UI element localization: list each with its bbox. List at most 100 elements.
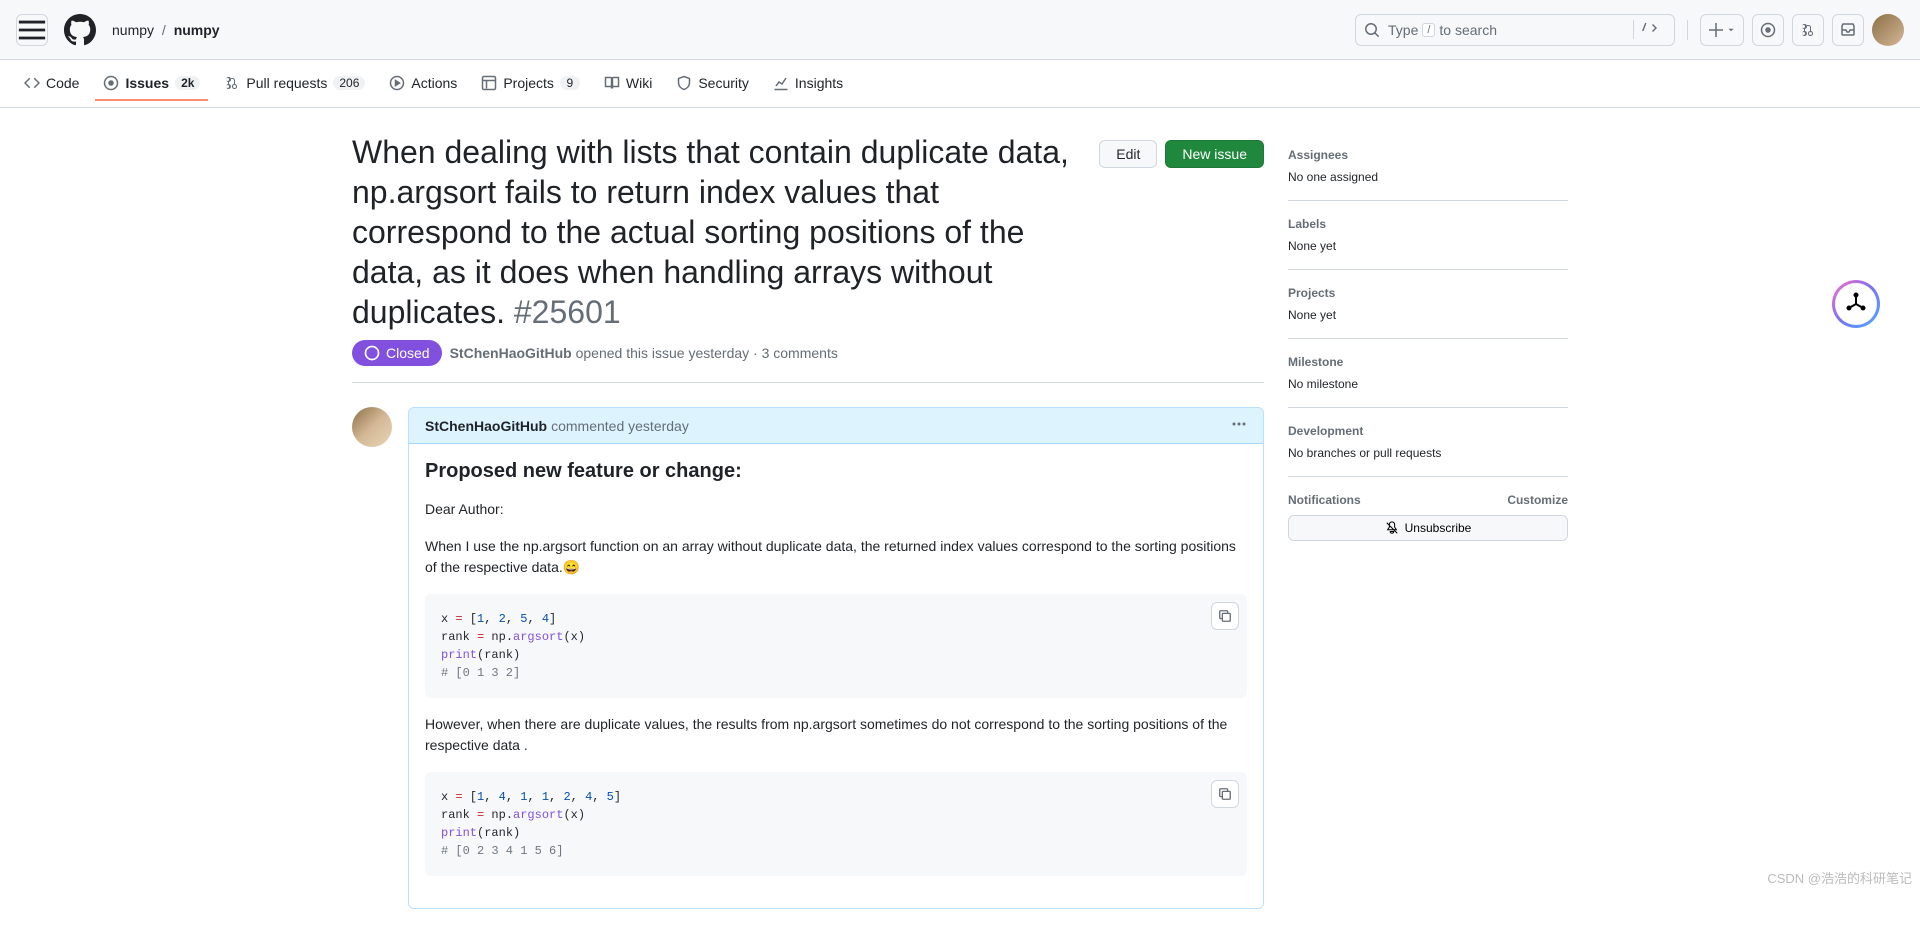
- notif-heading: Notifications Customize: [1288, 493, 1568, 507]
- comment-when: commented yesterday: [551, 418, 689, 434]
- breadcrumb-repo[interactable]: numpy: [174, 22, 220, 38]
- plus-icon: [1708, 22, 1724, 38]
- labels-value: None yet: [1288, 239, 1568, 253]
- bell-slash-icon: [1385, 521, 1399, 535]
- nav-security-label: Security: [698, 75, 749, 91]
- code-line: rank = np.argsort(x): [441, 806, 1231, 824]
- github-logo[interactable]: [64, 14, 96, 46]
- milestone-heading: Milestone: [1288, 355, 1568, 369]
- header-right: Type / to search: [1355, 14, 1904, 46]
- nav-insights-label: Insights: [795, 75, 843, 91]
- user-avatar[interactable]: [1872, 14, 1904, 46]
- title-row: When dealing with lists that contain dup…: [352, 132, 1264, 332]
- nav-pull-requests[interactable]: Pull requests 206: [216, 67, 373, 101]
- nav-actions-label: Actions: [411, 75, 457, 91]
- issue-meta: Closed StChenHaoGitHub opened this issue…: [352, 340, 1264, 383]
- book-icon: [604, 75, 620, 91]
- floating-widget[interactable]: [1832, 280, 1880, 328]
- caret-down-icon: [1726, 25, 1736, 35]
- nav-issues[interactable]: Issues 2k: [95, 67, 208, 101]
- issues-shortcut-button[interactable]: [1752, 14, 1784, 46]
- search-suffix: to search: [1439, 22, 1497, 38]
- issue-opened-text: opened this issue yesterday · 3 comments: [572, 345, 838, 361]
- code-line: # [0 1 3 2]: [441, 664, 1231, 682]
- sidebar-labels[interactable]: Labels None yet: [1288, 201, 1568, 270]
- labels-heading: Labels: [1288, 217, 1568, 231]
- code-line: # [0 2 3 4 1 5 6]: [441, 842, 1231, 860]
- comment-wrap: StChenHaoGitHub commented yesterday Prop…: [352, 407, 1264, 909]
- comment-header: StChenHaoGitHub commented yesterday: [409, 408, 1263, 444]
- graph-icon: [773, 75, 789, 91]
- copy-button[interactable]: [1211, 602, 1239, 630]
- assignees-heading: Assignees: [1288, 148, 1568, 162]
- nav-security[interactable]: Security: [668, 67, 757, 101]
- issue-number: #25601: [514, 294, 621, 330]
- copy-icon: [1218, 787, 1232, 801]
- nav-wiki[interactable]: Wiki: [596, 67, 660, 101]
- code-icon: [24, 75, 40, 91]
- sidebar-notifications: Notifications Customize Unsubscribe: [1288, 477, 1568, 557]
- code-line: x = [1, 2, 5, 4]: [441, 610, 1231, 628]
- nav-insights[interactable]: Insights: [765, 67, 851, 101]
- comment-menu[interactable]: [1231, 416, 1247, 435]
- code-block-1: x = [1, 2, 5, 4] rank = np.argsort(x) pr…: [425, 594, 1247, 698]
- repo-nav: Code Issues 2k Pull requests 206 Actions…: [0, 60, 1920, 108]
- sidebar-assignees[interactable]: Assignees No one assigned: [1288, 132, 1568, 201]
- projects-value: None yet: [1288, 308, 1568, 322]
- issues-count: 2k: [175, 76, 200, 90]
- projects-count: 9: [560, 76, 580, 90]
- sidebar-milestone[interactable]: Milestone No milestone: [1288, 339, 1568, 408]
- header-divider: [1687, 20, 1688, 40]
- search-prefix: Type: [1388, 22, 1418, 38]
- dev-value: No branches or pull requests: [1288, 446, 1568, 460]
- comment-body: Proposed new feature or change: Dear Aut…: [409, 444, 1263, 908]
- state-text: Closed: [386, 345, 430, 361]
- nav-issues-label: Issues: [125, 75, 169, 91]
- sidebar-development[interactable]: Development No branches or pull requests: [1288, 408, 1568, 477]
- unsubscribe-button[interactable]: Unsubscribe: [1288, 515, 1568, 541]
- code-line: print(rank): [441, 824, 1231, 842]
- nav-code[interactable]: Code: [16, 67, 87, 101]
- hamburger-menu[interactable]: [16, 14, 48, 46]
- new-issue-button[interactable]: New issue: [1165, 140, 1264, 168]
- pulls-count: 206: [333, 76, 365, 90]
- nav-projects[interactable]: Projects 9: [473, 67, 588, 101]
- customize-link[interactable]: Customize: [1507, 493, 1568, 507]
- git-pull-request-icon: [1800, 22, 1816, 38]
- github-icon: [64, 14, 96, 46]
- nav-code-label: Code: [46, 75, 79, 91]
- state-badge: Closed: [352, 340, 442, 366]
- search-icon: [1364, 22, 1380, 38]
- pull-requests-shortcut-button[interactable]: [1792, 14, 1824, 46]
- skip-icon: [366, 345, 382, 361]
- comment-p2: When I use the np.argsort function on an…: [425, 536, 1247, 578]
- main-content: When dealing with lists that contain dup…: [320, 108, 1600, 933]
- search-input[interactable]: Type / to search: [1355, 14, 1675, 46]
- nav-actions[interactable]: Actions: [381, 67, 465, 101]
- edit-button[interactable]: Edit: [1099, 140, 1157, 168]
- comment-p3: However, when there are duplicate values…: [425, 714, 1247, 756]
- issue-title-text: When dealing with lists that contain dup…: [352, 134, 1069, 330]
- breadcrumb-sep: /: [162, 22, 166, 38]
- create-new-button[interactable]: [1700, 14, 1744, 46]
- comment-author[interactable]: StChenHaoGitHub: [425, 418, 547, 434]
- comment-avatar[interactable]: [352, 407, 392, 447]
- command-palette-icon[interactable]: [1633, 20, 1666, 39]
- breadcrumb-owner[interactable]: numpy: [112, 22, 154, 38]
- watermark: CSDN @浩浩的科研笔记: [1767, 868, 1912, 887]
- milestone-value: No milestone: [1288, 377, 1568, 391]
- sidebar: Assignees No one assigned Labels None ye…: [1288, 132, 1568, 909]
- shield-icon: [676, 75, 692, 91]
- nav-projects-label: Projects: [503, 75, 554, 91]
- git-pull-request-icon: [224, 75, 240, 91]
- sidebar-projects[interactable]: Projects None yet: [1288, 270, 1568, 339]
- comment-heading: Proposed new feature or change:: [425, 460, 1247, 483]
- top-header: numpy / numpy Type / to search: [0, 0, 1920, 60]
- copy-button[interactable]: [1211, 780, 1239, 808]
- notifications-button[interactable]: [1832, 14, 1864, 46]
- content-column: When dealing with lists that contain dup…: [352, 132, 1264, 909]
- unsubscribe-label: Unsubscribe: [1405, 521, 1472, 535]
- breadcrumb: numpy / numpy: [112, 22, 220, 38]
- search-key: /: [1422, 23, 1435, 37]
- issue-author[interactable]: StChenHaoGitHub: [450, 345, 572, 361]
